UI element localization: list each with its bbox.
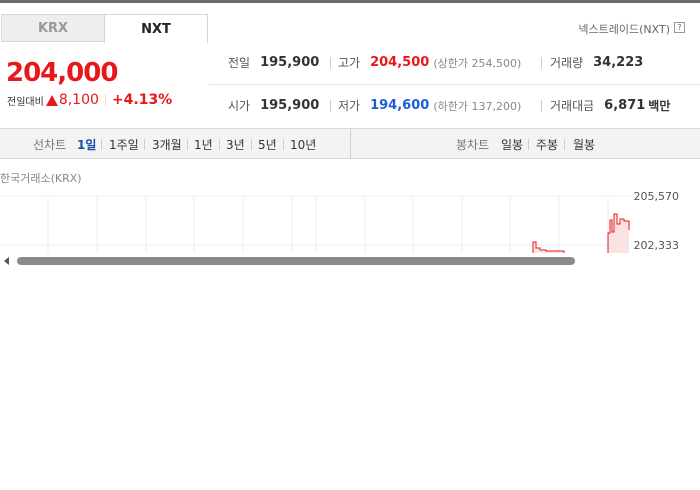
period-3y[interactable]: 3년	[226, 136, 245, 153]
stat-value: 6,871	[604, 98, 646, 113]
tab-nxt[interactable]: NXT	[104, 14, 208, 43]
change-label: 전일대비	[7, 96, 44, 108]
stat-open: 시가 195,900	[228, 97, 319, 114]
period-1y[interactable]: 1년	[194, 136, 213, 153]
period-1d[interactable]: 1일	[77, 136, 96, 153]
chart-exchange-label: 한국거래소(KRX)	[0, 172, 82, 185]
current-price: 204,000	[6, 58, 118, 88]
price-change: 전일대비 8,100 +4.13%	[7, 92, 172, 108]
stat-label: 전일	[228, 56, 251, 70]
divider	[350, 129, 351, 158]
divider	[330, 100, 331, 112]
period-5y[interactable]: 5년	[258, 136, 277, 153]
help-icon[interactable]: ?	[674, 22, 685, 33]
period-10y[interactable]: 10년	[290, 136, 316, 153]
stat-label: 거래대금	[550, 99, 595, 113]
divider	[541, 100, 542, 112]
period-1w[interactable]: 1주일	[109, 136, 139, 153]
stat-value: 34,223	[593, 55, 644, 70]
candle-weekly[interactable]: 주봉	[536, 136, 558, 153]
divider	[541, 57, 542, 69]
line-chart-title: 선차트	[33, 138, 67, 152]
candle-monthly[interactable]: 월봉	[573, 136, 595, 153]
stat-value: 194,600	[370, 98, 430, 113]
exchange-name: 넥스트레이드(NXT)	[578, 23, 670, 36]
chart-period-bar: 선차트 1일 1주일 3개월 1년 3년 5년 10년 봉차트 일봉 주봉 월봉	[0, 128, 700, 159]
stat-amount: 거래대금 6,871 백만	[550, 97, 670, 114]
tab-krx[interactable]: KRX	[1, 14, 105, 42]
top-border	[0, 0, 700, 3]
divider	[187, 139, 188, 150]
stat-upper-limit: (상한가 254,500)	[433, 56, 522, 70]
intraday-chart	[0, 195, 632, 254]
candle-daily[interactable]: 일봉	[501, 136, 523, 153]
divider	[104, 94, 106, 106]
stat-unit: 백만	[648, 99, 671, 113]
period-3m[interactable]: 3개월	[152, 136, 182, 153]
stat-label: 저가	[338, 99, 361, 113]
candle-chart-title: 봉차트	[456, 138, 490, 152]
stats-divider	[209, 84, 700, 85]
scroll-left-arrow-icon[interactable]	[4, 257, 9, 265]
horizontal-scrollbar[interactable]	[0, 253, 700, 269]
y-tick-label: 202,333	[633, 239, 680, 252]
stat-high: 고가 204,500 (상한가 254,500)	[338, 54, 521, 71]
stat-label: 고가	[338, 56, 361, 70]
change-percent: +4.13%	[111, 92, 173, 108]
divider	[251, 139, 252, 150]
stat-low: 저가 194,600 (하한가 137,200)	[338, 97, 521, 114]
stat-label: 시가	[228, 99, 251, 113]
stat-volume: 거래량 34,223	[550, 54, 643, 71]
stat-value: 195,900	[260, 55, 320, 70]
stat-lower-limit: (하한가 137,200)	[433, 99, 522, 113]
scroll-thumb[interactable]	[17, 257, 575, 265]
divider	[219, 139, 220, 150]
stat-prev-close: 전일 195,900	[228, 54, 319, 71]
stat-value: 195,900	[260, 98, 320, 113]
divider	[101, 139, 102, 150]
divider	[283, 139, 284, 150]
divider	[144, 139, 145, 150]
divider	[564, 139, 565, 150]
stat-label: 거래량	[550, 56, 584, 70]
change-value: 8,100	[58, 92, 99, 108]
stat-value: 204,500	[370, 55, 430, 70]
divider	[528, 139, 529, 150]
chart-grid	[0, 195, 632, 254]
y-tick-label: 205,570	[633, 190, 680, 203]
up-triangle-icon	[45, 94, 58, 106]
divider	[330, 57, 331, 69]
